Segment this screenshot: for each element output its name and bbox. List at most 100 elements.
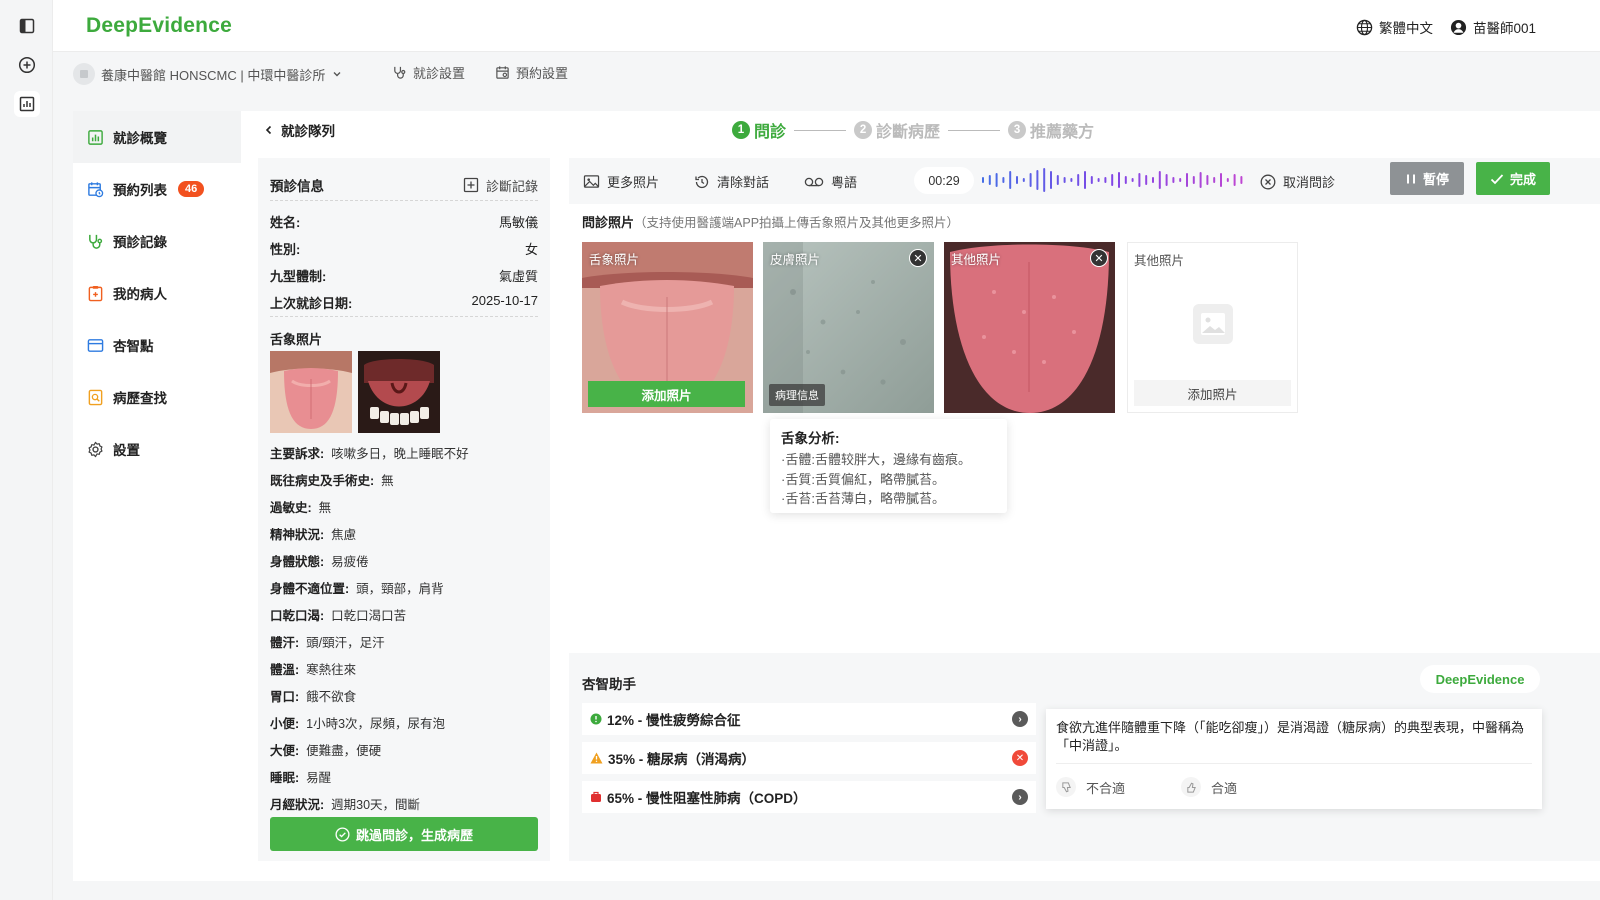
- close-icon[interactable]: ✕: [1012, 750, 1028, 766]
- consult-settings-link[interactable]: 就診設置: [392, 63, 465, 82]
- recording-timer: 00:29: [914, 167, 974, 194]
- consult-settings-label: 就診設置: [413, 66, 466, 81]
- sidebar-item-my-patients[interactable]: 我的病人: [73, 267, 241, 319]
- chevron-right-icon[interactable]: ›: [1012, 789, 1028, 805]
- history-item: 精神狀況: 焦慮: [270, 524, 356, 543]
- history-item: 體汗: 頭/頸汗，足汗: [270, 632, 385, 651]
- dashboard-icon[interactable]: [14, 91, 40, 117]
- tongue-analysis-tooltip: 舌象分析: ·舌體:舌體较胖大，邊緣有齒痕。 ·舌質:舌質偏紅，略帶膩苔。 ·舌…: [770, 419, 1007, 513]
- warning-icon: [590, 752, 603, 764]
- history-item: 身體狀態: 易疲倦: [270, 551, 369, 570]
- sidebar-item-points[interactable]: 杏智點: [73, 319, 241, 371]
- history-item: 睡眠: 易醒: [270, 767, 331, 786]
- status-dot-icon: [590, 713, 602, 725]
- sidebar-item-overview[interactable]: 就診概覽: [73, 111, 241, 163]
- waveform-bar: [1022, 178, 1025, 182]
- diagnosis-item[interactable]: 12% - 慢性疲勞綜合征 ›: [582, 703, 1036, 735]
- history-value: 焦慮: [331, 528, 357, 542]
- field-last-visit: 上次就診日期: 2025-10-17: [270, 293, 538, 312]
- history-item: 過敏史: 無: [270, 497, 331, 516]
- panel-toggle-icon[interactable]: [14, 13, 40, 39]
- tongue-thumbnail[interactable]: [270, 351, 352, 433]
- divider: [1056, 763, 1532, 764]
- new-chat-icon[interactable]: [14, 52, 40, 78]
- more-photos-button[interactable]: 更多照片: [583, 172, 659, 191]
- pause-button[interactable]: 暫停: [1390, 162, 1464, 195]
- add-photo-button[interactable]: 添加照片: [588, 381, 745, 407]
- generate-button-label: 跳過問診，生成病歷: [355, 827, 473, 843]
- calendar-gear-icon: [496, 66, 509, 79]
- waveform-bar: [1152, 177, 1154, 183]
- history-key: 主要訴求:: [270, 447, 325, 461]
- thumbs-up-button[interactable]: 合適: [1181, 777, 1237, 797]
- main-content: 就診隊列 1 問診 2 診斷病歷 3 推薦藥方 預診信息 診斷記錄 姓名: 馬敏儀 性別…: [241, 111, 1600, 881]
- photo-card-other[interactable]: 其他照片 ✕: [944, 242, 1115, 413]
- sidebar-item-label: 就診概覽: [113, 131, 167, 146]
- history-icon: [695, 175, 709, 188]
- waveform-bar: [1009, 171, 1012, 189]
- user-menu[interactable]: 苗醫師001: [1450, 17, 1536, 37]
- pause-icon: [1406, 174, 1415, 183]
- cancel-consult-button[interactable]: 取消問診: [1260, 172, 1335, 191]
- history-key: 既往病史及手術史:: [270, 474, 375, 488]
- user-avatar-icon: [1450, 19, 1467, 35]
- waveform-bar: [1179, 178, 1182, 182]
- clinic-name: 養康中醫館 HONSCMC | 中環中醫診所: [101, 67, 326, 83]
- waveform-bar: [1226, 178, 1229, 182]
- chevron-right-icon[interactable]: ›: [1012, 711, 1028, 727]
- field-name: 姓名: 馬敏儀: [270, 212, 538, 231]
- prediag-title: 預診信息: [270, 179, 324, 194]
- photo-card-tongue[interactable]: 舌象照片 添加照片: [582, 242, 753, 413]
- chevron-down-icon: [333, 72, 341, 77]
- diagnosis-item[interactable]: 35% - 糖尿病（消渴病） ✕: [582, 742, 1036, 774]
- history-item: 小便: 1小時3次，尿頻，尿有泡: [270, 713, 445, 732]
- prediag-header: 預診信息 診斷記錄: [270, 175, 538, 195]
- tongue-thumbnail[interactable]: [358, 351, 440, 433]
- waveform-bar: [1043, 168, 1046, 192]
- remove-photo-icon[interactable]: ✕: [1090, 249, 1108, 267]
- add-photo-button[interactable]: 添加照片: [1134, 380, 1291, 406]
- sidebar-item-label: 我的病人: [113, 287, 167, 302]
- step-label: 問診: [754, 124, 787, 141]
- sidebar-item-prediag-records[interactable]: 預診記錄: [73, 215, 241, 267]
- history-key: 體汗:: [270, 636, 300, 650]
- thumbs-down-button[interactable]: 不合適: [1056, 777, 1125, 797]
- waveform-bar: [988, 175, 991, 185]
- language-switch[interactable]: 繁體中文: [1356, 17, 1433, 37]
- dialect-label: 粵語: [831, 175, 858, 190]
- back-to-queue-link[interactable]: 就診隊列: [263, 120, 335, 140]
- history-item: 胃口: 餓不欲食: [270, 686, 356, 705]
- sidebar-item-label: 預診記錄: [113, 235, 167, 250]
- icon-rail: [0, 0, 53, 900]
- photo-card-skin[interactable]: 皮膚照片 ✕ 病理信息: [763, 242, 934, 413]
- remove-photo-icon[interactable]: ✕: [909, 249, 927, 267]
- waveform-bar: [1063, 177, 1066, 183]
- brand-logo: DeepEvidence: [86, 14, 232, 37]
- sidebar-item-record-search[interactable]: 病歷查找: [73, 371, 241, 423]
- clinic-selector[interactable]: 養康中醫館 HONSCMC | 中環中醫診所: [73, 63, 343, 85]
- clear-chat-button[interactable]: 清除對話: [694, 172, 769, 191]
- diagnosis-item[interactable]: 65% - 慢性阻塞性肺病（COPD） ›: [582, 781, 1036, 813]
- waveform-bar: [1070, 178, 1073, 182]
- finish-button[interactable]: 完成: [1476, 162, 1550, 195]
- dialect-selector[interactable]: 粵語: [804, 172, 857, 191]
- diagnosis-record-button[interactable]: 診斷記錄: [463, 176, 538, 195]
- booking-settings-link[interactable]: 預約設置: [495, 63, 568, 82]
- field-value: 馬敏儀: [498, 215, 538, 230]
- step-diagnosis[interactable]: 2 診斷病歷: [854, 118, 940, 142]
- pathology-tag[interactable]: 病理信息: [769, 384, 825, 406]
- side-nav: 就診概覽 預約列表 46 預診記錄 我的病人 杏智點 病歷查找 設置: [73, 111, 241, 881]
- photo-card-empty[interactable]: 其他照片 添加照片: [1127, 242, 1298, 413]
- field-constitution: 九型體制: 氣虛質: [270, 266, 538, 285]
- skip-and-generate-button[interactable]: 跳過問診，生成病歷: [270, 817, 538, 851]
- waveform-bar: [1090, 176, 1093, 184]
- history-value: 頭/頸汗，足汗: [306, 636, 385, 650]
- step-inquiry[interactable]: 1 問診: [732, 118, 786, 142]
- sidebar-item-settings[interactable]: 設置: [73, 423, 241, 475]
- sidebar-item-appointments[interactable]: 預約列表 46: [73, 163, 241, 215]
- step-prescription[interactable]: 3 推薦藥方: [1008, 118, 1094, 142]
- history-key: 睡眠:: [270, 771, 300, 785]
- sidebar-item-label: 設置: [113, 443, 140, 458]
- chevron-left-icon: [265, 125, 272, 135]
- history-value: 頭，頸部，肩背: [356, 582, 444, 596]
